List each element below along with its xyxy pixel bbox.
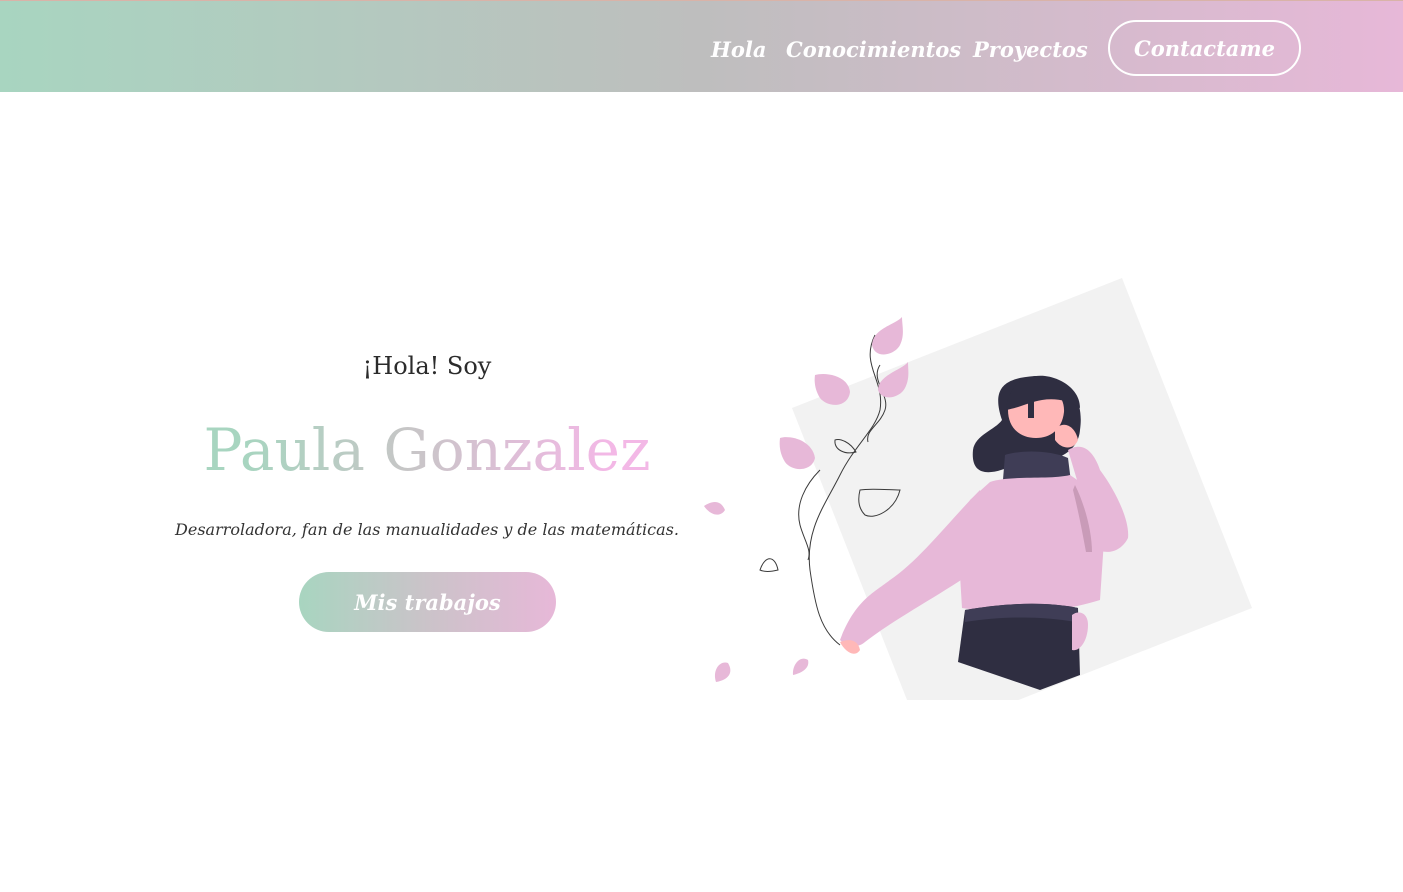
woman-with-leaves-illustration <box>704 278 1252 700</box>
hero-name: Paula Gonzalez <box>200 410 654 490</box>
nav-link-hola[interactable]: Hola <box>711 33 766 67</box>
navbar: Hola Conocimientos Proyectos Contactame <box>0 0 1403 92</box>
my-work-button[interactable]: Mis trabajos <box>299 572 556 632</box>
hero-greeting: ¡Hola! Soy <box>362 352 492 380</box>
contact-button[interactable]: Contactame <box>1108 20 1301 76</box>
nav-link-proyectos[interactable]: Proyectos <box>973 33 1088 67</box>
nav-link-conocimientos[interactable]: Conocimientos <box>786 33 961 67</box>
hero-tagline: Desarroladora, fan de las manualidades y… <box>175 520 679 539</box>
